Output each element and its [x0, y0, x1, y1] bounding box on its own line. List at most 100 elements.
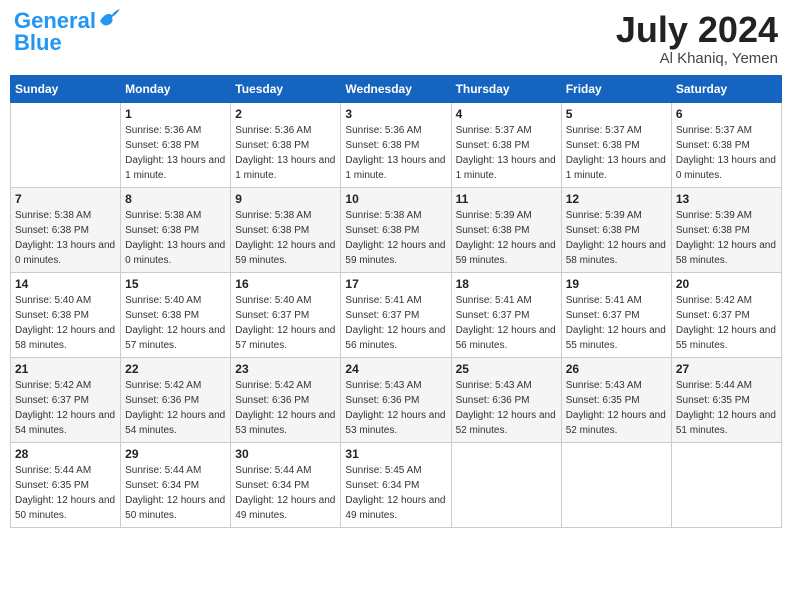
day-info: Sunrise: 5:37 AMSunset: 6:38 PMDaylight:…	[566, 123, 667, 183]
calendar-day-cell: 13Sunrise: 5:39 AMSunset: 6:38 PMDayligh…	[671, 187, 781, 272]
day-info: Sunrise: 5:41 AMSunset: 6:37 PMDaylight:…	[456, 293, 557, 353]
day-info: Sunrise: 5:39 AMSunset: 6:38 PMDaylight:…	[456, 208, 557, 268]
day-number: 26	[566, 362, 667, 376]
day-info: Sunrise: 5:36 AMSunset: 6:38 PMDaylight:…	[235, 123, 336, 183]
day-info: Sunrise: 5:43 AMSunset: 6:35 PMDaylight:…	[566, 378, 667, 438]
calendar-table: SundayMondayTuesdayWednesdayThursdayFrid…	[10, 75, 782, 528]
day-number: 24	[345, 362, 446, 376]
day-number: 25	[456, 362, 557, 376]
column-header-saturday: Saturday	[671, 75, 781, 102]
logo: General Blue	[14, 10, 120, 54]
day-info: Sunrise: 5:42 AMSunset: 6:36 PMDaylight:…	[125, 378, 226, 438]
day-number: 29	[125, 447, 226, 461]
day-number: 17	[345, 277, 446, 291]
day-info: Sunrise: 5:43 AMSunset: 6:36 PMDaylight:…	[456, 378, 557, 438]
calendar-day-cell: 16 Sunrise: 5:40 AMSunset: 6:37 PMDayligh…	[231, 272, 341, 357]
calendar-day-cell: 2Sunrise: 5:36 AMSunset: 6:38 PMDaylight…	[231, 102, 341, 187]
day-number: 21	[15, 362, 116, 376]
calendar-day-cell: 1 Sunrise: 5:36 AMSunset: 6:38 PMDaylight…	[121, 102, 231, 187]
calendar-day-cell: 18 Sunrise: 5:41 AMSunset: 6:37 PMDayligh…	[451, 272, 561, 357]
day-info: Sunrise: 5:38 AMSunset: 6:38 PMDaylight:…	[125, 208, 226, 268]
calendar-day-cell: 28 Sunrise: 5:44 AMSunset: 6:35 PMDayligh…	[11, 442, 121, 527]
calendar-day-cell: 15 Sunrise: 5:40 AMSunset: 6:38 PMDayligh…	[121, 272, 231, 357]
calendar-day-cell	[451, 442, 561, 527]
calendar-day-cell: 30Sunrise: 5:44 AMSunset: 6:34 PMDayligh…	[231, 442, 341, 527]
calendar-day-cell: 5Sunrise: 5:37 AMSunset: 6:38 PMDaylight…	[561, 102, 671, 187]
calendar-day-cell: 23 Sunrise: 5:42 AMSunset: 6:36 PMDayligh…	[231, 357, 341, 442]
day-info: Sunrise: 5:39 AMSunset: 6:38 PMDaylight:…	[566, 208, 667, 268]
calendar-day-cell: 3Sunrise: 5:36 AMSunset: 6:38 PMDaylight…	[341, 102, 451, 187]
day-number: 14	[15, 277, 116, 291]
day-number: 19	[566, 277, 667, 291]
day-number: 4	[456, 107, 557, 121]
day-info: Sunrise: 5:44 AMSunset: 6:34 PMDaylight:…	[125, 463, 226, 523]
day-info: Sunrise: 5:36 AMSunset: 6:38 PMDaylight:…	[125, 123, 226, 183]
day-info: Sunrise: 5:42 AMSunset: 6:37 PMDaylight:…	[15, 378, 116, 438]
header: General Blue July 2024 Al Khaniq, Yemen	[10, 10, 782, 67]
day-number: 31	[345, 447, 446, 461]
day-number: 15	[125, 277, 226, 291]
day-info: Sunrise: 5:40 AMSunset: 6:37 PMDaylight:…	[235, 293, 336, 353]
calendar-day-cell: 14 Sunrise: 5:40 AMSunset: 6:38 PMDayligh…	[11, 272, 121, 357]
logo-blue: Blue	[14, 32, 62, 54]
calendar-day-cell: 19 Sunrise: 5:41 AMSunset: 6:37 PMDayligh…	[561, 272, 671, 357]
day-info: Sunrise: 5:43 AMSunset: 6:36 PMDaylight:…	[345, 378, 446, 438]
column-header-sunday: Sunday	[11, 75, 121, 102]
day-info: Sunrise: 5:36 AMSunset: 6:38 PMDaylight:…	[345, 123, 446, 183]
day-info: Sunrise: 5:38 AMSunset: 6:38 PMDaylight:…	[235, 208, 336, 268]
calendar-day-cell: 12 Sunrise: 5:39 AMSunset: 6:38 PMDayligh…	[561, 187, 671, 272]
day-info: Sunrise: 5:40 AMSunset: 6:38 PMDaylight:…	[15, 293, 116, 353]
day-info: Sunrise: 5:40 AMSunset: 6:38 PMDaylight:…	[125, 293, 226, 353]
calendar-day-cell: 8 Sunrise: 5:38 AMSunset: 6:38 PMDaylight…	[121, 187, 231, 272]
day-number: 20	[676, 277, 777, 291]
calendar-week-row: 21 Sunrise: 5:42 AMSunset: 6:37 PMDayligh…	[11, 357, 782, 442]
day-number: 8	[125, 192, 226, 206]
calendar-day-cell	[671, 442, 781, 527]
calendar-day-cell: 22 Sunrise: 5:42 AMSunset: 6:36 PMDayligh…	[121, 357, 231, 442]
calendar-header-row: SundayMondayTuesdayWednesdayThursdayFrid…	[11, 75, 782, 102]
calendar-day-cell: 11 Sunrise: 5:39 AMSunset: 6:38 PMDayligh…	[451, 187, 561, 272]
calendar-day-cell: 21 Sunrise: 5:42 AMSunset: 6:37 PMDayligh…	[11, 357, 121, 442]
column-header-friday: Friday	[561, 75, 671, 102]
calendar-day-cell: 27Sunrise: 5:44 AMSunset: 6:35 PMDayligh…	[671, 357, 781, 442]
day-number: 10	[345, 192, 446, 206]
day-info: Sunrise: 5:39 AMSunset: 6:38 PMDaylight:…	[676, 208, 777, 268]
day-info: Sunrise: 5:38 AMSunset: 6:38 PMDaylight:…	[345, 208, 446, 268]
day-number: 22	[125, 362, 226, 376]
day-number: 7	[15, 192, 116, 206]
calendar-day-cell: 29 Sunrise: 5:44 AMSunset: 6:34 PMDayligh…	[121, 442, 231, 527]
day-number: 23	[235, 362, 336, 376]
calendar-day-cell: 7 Sunrise: 5:38 AMSunset: 6:38 PMDaylight…	[11, 187, 121, 272]
day-info: Sunrise: 5:44 AMSunset: 6:35 PMDaylight:…	[676, 378, 777, 438]
day-number: 11	[456, 192, 557, 206]
calendar-day-cell: 4 Sunrise: 5:37 AMSunset: 6:38 PMDaylight…	[451, 102, 561, 187]
calendar-day-cell: 17 Sunrise: 5:41 AMSunset: 6:37 PMDayligh…	[341, 272, 451, 357]
logo-text: General	[14, 10, 96, 32]
day-number: 18	[456, 277, 557, 291]
day-info: Sunrise: 5:41 AMSunset: 6:37 PMDaylight:…	[345, 293, 446, 353]
calendar-week-row: 14 Sunrise: 5:40 AMSunset: 6:38 PMDayligh…	[11, 272, 782, 357]
location: Al Khaniq, Yemen	[616, 50, 778, 67]
calendar-week-row: 1 Sunrise: 5:36 AMSunset: 6:38 PMDaylight…	[11, 102, 782, 187]
day-info: Sunrise: 5:41 AMSunset: 6:37 PMDaylight:…	[566, 293, 667, 353]
day-info: Sunrise: 5:37 AMSunset: 6:38 PMDaylight:…	[676, 123, 777, 183]
column-header-monday: Monday	[121, 75, 231, 102]
column-header-thursday: Thursday	[451, 75, 561, 102]
title-area: July 2024 Al Khaniq, Yemen	[616, 10, 778, 67]
calendar-day-cell: 26 Sunrise: 5:43 AMSunset: 6:35 PMDayligh…	[561, 357, 671, 442]
day-info: Sunrise: 5:44 AMSunset: 6:35 PMDaylight:…	[15, 463, 116, 523]
calendar-day-cell: 6Sunrise: 5:37 AMSunset: 6:38 PMDaylight…	[671, 102, 781, 187]
day-info: Sunrise: 5:45 AMSunset: 6:34 PMDaylight:…	[345, 463, 446, 523]
calendar-day-cell	[561, 442, 671, 527]
day-number: 30	[235, 447, 336, 461]
day-info: Sunrise: 5:37 AMSunset: 6:38 PMDaylight:…	[456, 123, 557, 183]
calendar-week-row: 7 Sunrise: 5:38 AMSunset: 6:38 PMDaylight…	[11, 187, 782, 272]
column-header-tuesday: Tuesday	[231, 75, 341, 102]
day-number: 12	[566, 192, 667, 206]
day-number: 16	[235, 277, 336, 291]
day-number: 28	[15, 447, 116, 461]
day-info: Sunrise: 5:42 AMSunset: 6:36 PMDaylight:…	[235, 378, 336, 438]
month-year: July 2024	[616, 10, 778, 50]
day-info: Sunrise: 5:38 AMSunset: 6:38 PMDaylight:…	[15, 208, 116, 268]
day-number: 1	[125, 107, 226, 121]
